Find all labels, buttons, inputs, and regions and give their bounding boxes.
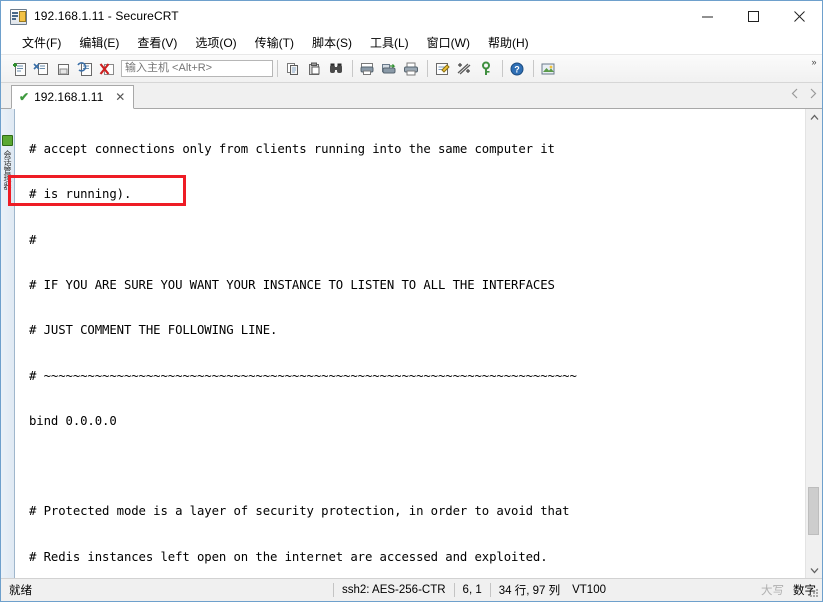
session-manager-label: 会话管理器 (3, 150, 12, 190)
print-screen-icon[interactable] (357, 58, 378, 79)
window-controls (684, 1, 822, 31)
print-icon[interactable] (401, 58, 422, 79)
menu-help[interactable]: 帮助(H) (479, 32, 538, 54)
title-bar: 192.168.1.11 - SecureCRT (1, 1, 822, 32)
terminal-line: # Protected mode is a layer of security … (29, 504, 570, 519)
tab-bar: ✔ 192.168.1.11 ✕ (1, 83, 822, 109)
status-caps-lock: 大写 (761, 585, 784, 597)
tab-nav-controls (790, 86, 818, 104)
tab-nav-next-icon[interactable] (808, 86, 818, 104)
reconnect-icon[interactable] (75, 58, 96, 79)
new-session-icon[interactable] (9, 58, 30, 79)
scroll-down-icon[interactable] (806, 562, 822, 578)
menu-bar: 文件(F) 编辑(E) 查看(V) 选项(O) 传输(T) 脚本(S) 工具(L… (1, 32, 822, 55)
maximize-button[interactable] (730, 1, 776, 31)
sftp-icon[interactable] (538, 58, 559, 79)
scrollbar-thumb[interactable] (808, 487, 819, 535)
menu-transfer[interactable]: 传输(T) (246, 32, 303, 54)
resize-grip[interactable] (808, 587, 820, 599)
host-input[interactable] (121, 60, 273, 77)
key-icon[interactable] (476, 58, 497, 79)
toolbar: ? » (1, 55, 822, 83)
tab-label: 192.168.1.11 (34, 90, 104, 104)
status-divider (489, 583, 491, 597)
tab-close-icon[interactable]: ✕ (113, 91, 127, 103)
copy-icon[interactable] (282, 58, 303, 79)
toolbar-overflow-icon[interactable]: » (809, 57, 819, 68)
tab-session-192-168-1-11[interactable]: ✔ 192.168.1.11 ✕ (11, 85, 135, 109)
svg-text:?: ? (514, 64, 520, 74)
terminal-wrapper: # accept connections only from clients r… (15, 109, 822, 578)
terminal-line: # is running). (29, 187, 132, 202)
session-options-icon[interactable] (432, 58, 453, 79)
menu-window[interactable]: 窗口(W) (418, 32, 479, 54)
status-divider (333, 583, 334, 597)
toolbar-separator-2 (352, 60, 353, 77)
log-session-icon[interactable] (379, 58, 400, 79)
status-bar: 就绪 ssh2: AES-256-CTR 6, 1 34 行, 97 列 VT1… (1, 578, 822, 601)
menu-script[interactable]: 脚本(S) (303, 32, 361, 54)
find-icon[interactable] (326, 58, 347, 79)
status-ready: 就绪 (9, 585, 32, 597)
terminal-line: # JUST COMMENT THE FOLLOWING LINE. (29, 323, 278, 338)
session-manager-strip[interactable]: 会话管理器 (1, 109, 15, 578)
toolbar-separator-3 (427, 60, 428, 77)
status-divider (453, 583, 455, 597)
status-screen-size: 34 行, 97 列 (498, 585, 561, 597)
minimize-button[interactable] (684, 1, 730, 31)
global-options-icon[interactable] (454, 58, 475, 79)
close-button[interactable] (776, 1, 822, 31)
terminal-line: # (29, 232, 37, 247)
clone-session-icon[interactable] (31, 58, 52, 79)
disconnect-icon[interactable] (97, 58, 118, 79)
status-emulation: VT100 (572, 584, 606, 596)
tab-nav-prev-icon[interactable] (790, 86, 800, 104)
session-manager-icon (2, 135, 13, 146)
scroll-up-icon[interactable] (806, 109, 822, 125)
terminal-line: # IF YOU ARE SURE YOU WANT YOUR INSTANCE… (29, 278, 555, 293)
terminal-line: # accept connections only from clients r… (29, 142, 555, 157)
status-protocol: ssh2: AES-256-CTR (342, 584, 446, 596)
menu-file[interactable]: 文件(F) (13, 32, 70, 54)
terminal-line-bind-directive: bind 0.0.0.0 (29, 413, 117, 428)
securecrt-window-root: 192.168.1.11 - SecureCRT 文件(F) 编辑(E) 查看(… (0, 0, 823, 602)
terminal-line: # Redis instances left open on the inter… (29, 549, 548, 564)
open-folder-icon[interactable] (53, 58, 74, 79)
menu-edit[interactable]: 编辑(E) (70, 32, 128, 54)
terminal-screen[interactable]: # accept connections only from clients r… (16, 109, 805, 578)
menu-tools[interactable]: 工具(L) (361, 32, 418, 54)
toolbar-separator-4 (502, 60, 503, 77)
connected-check-icon: ✔ (19, 90, 30, 104)
main-area: 会话管理器 # accept connections only from cli… (1, 109, 822, 578)
toolbar-separator-1 (277, 60, 278, 77)
toolbar-separator-5 (533, 60, 534, 77)
scrollbar-track[interactable] (806, 125, 822, 562)
paste-icon[interactable] (304, 58, 325, 79)
terminal-scrollbar[interactable] (805, 109, 822, 578)
help-icon[interactable]: ? (507, 58, 528, 79)
window-title: 192.168.1.11 - SecureCRT (34, 9, 179, 23)
application-window: 192.168.1.11 - SecureCRT 文件(F) 编辑(E) 查看(… (0, 0, 823, 602)
status-cursor-position: 6, 1 (462, 584, 482, 596)
securecrt-app-icon (10, 8, 27, 25)
terminal-line: # ~~~~~~~~~~~~~~~~~~~~~~~~~~~~~~~~~~~~~~… (29, 368, 577, 383)
menu-view[interactable]: 查看(V) (128, 32, 186, 54)
menu-options[interactable]: 选项(O) (186, 32, 245, 54)
